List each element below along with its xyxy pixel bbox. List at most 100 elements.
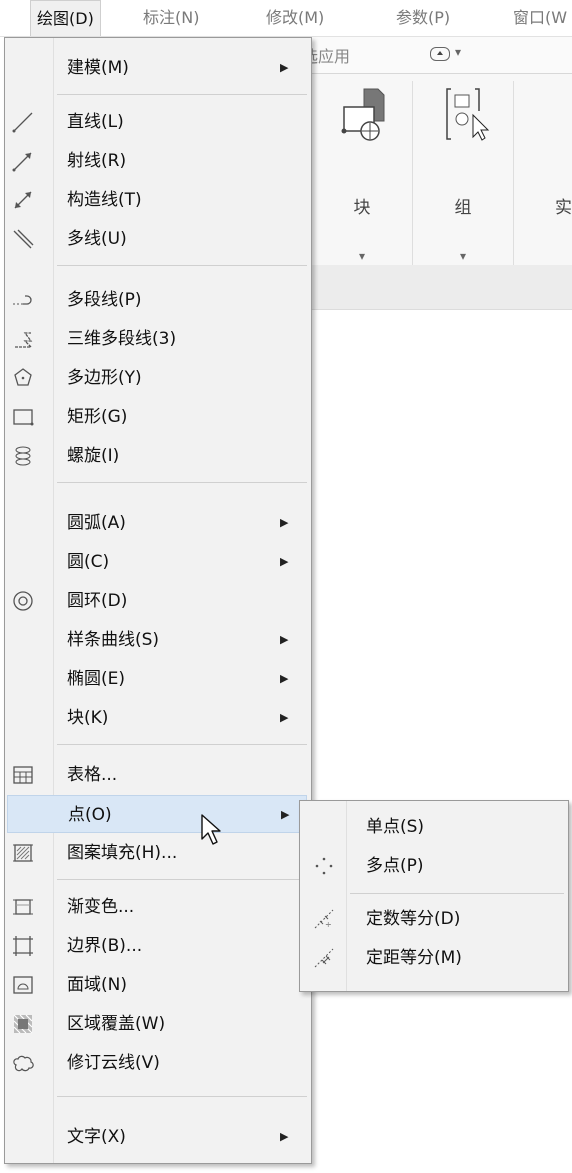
menu-item-helix[interactable]: 螺旋(I) — [5, 437, 311, 475]
gradient-icon — [9, 893, 37, 921]
menu-item-label: 多段线(P) — [67, 290, 142, 310]
menu-item-label: 圆弧(A) — [67, 513, 126, 533]
menu-item-label: 三维多段线(3) — [67, 329, 177, 349]
ribbon-panel-label: 块 — [353, 198, 371, 218]
menu-item-label: 点(O) — [68, 805, 112, 825]
submenu-arrow-icon: ▶ — [280, 672, 289, 685]
multiple-points-icon — [310, 852, 338, 880]
menu-item-label: 圆环(D) — [67, 591, 128, 611]
menu-item-text[interactable]: 文字(X) ▶ — [5, 1118, 311, 1156]
menu-item-label: 多线(U) — [67, 229, 127, 249]
donut-icon — [9, 587, 37, 615]
menu-item-label: 射线(R) — [67, 151, 127, 171]
point-submenu: 单点(S) 多点(P) ÷ 定数等分(D) 定距等分(M) — [299, 800, 569, 992]
menu-item-ellipse[interactable]: 椭圆(E) ▶ — [5, 660, 311, 698]
menu-separator — [57, 744, 307, 745]
menu-separator — [57, 94, 307, 95]
menu-item-point[interactable]: 点(O) ▶ — [7, 795, 307, 833]
menu-dimension[interactable]: 标注(N) — [143, 0, 199, 36]
ribbon-panel-block[interactable]: 块 ▾ — [312, 81, 413, 293]
region-icon — [9, 971, 37, 999]
menu-item-gradient[interactable]: 渐变色... — [5, 888, 311, 926]
menu-item-multiline[interactable]: 多线(U) — [5, 220, 311, 258]
menu-separator — [57, 265, 307, 266]
draw-menu: 建模(M) ▶ 直线(L) 射线(R) 构造线(T) 多线(U) 多段线(P) … — [4, 37, 312, 1164]
submenu-arrow-icon: ▶ — [280, 61, 289, 74]
menu-item-label: 螺旋(I) — [67, 446, 120, 466]
submenu-arrow-icon: ▶ — [280, 555, 289, 568]
submenu-arrow-icon: ▶ — [281, 808, 290, 821]
submenu-arrow-icon: ▶ — [280, 711, 289, 724]
menu-item-label: 文字(X) — [67, 1127, 126, 1147]
menu-item-spline[interactable]: 样条曲线(S) ▶ — [5, 621, 311, 659]
construction-line-icon — [9, 186, 37, 214]
menu-item-boundary[interactable]: 边界(B)... — [5, 927, 311, 965]
ribbon-minimize-icon[interactable] — [430, 47, 450, 61]
menu-item-polyline[interactable]: 多段线(P) — [5, 281, 311, 319]
menu-parameters[interactable]: 参数(P) — [396, 0, 450, 36]
chevron-down-icon[interactable]: ▾ — [455, 45, 461, 59]
ribbon-panel-group[interactable]: 组 ▾ — [413, 81, 514, 293]
wipeout-icon — [9, 1010, 37, 1038]
menu-modify[interactable]: 修改(M) — [266, 0, 324, 36]
menu-item-multiple-points[interactable]: 多点(P) — [300, 847, 568, 885]
menu-item-line[interactable]: 直线(L) — [5, 103, 311, 141]
menu-item-label: 单点(S) — [366, 817, 425, 837]
menu-bar: 绘图(D) 标注(N) 修改(M) 参数(P) 窗口(W — [0, 0, 572, 37]
menu-item-arc[interactable]: 圆弧(A) ▶ — [5, 504, 311, 542]
menu-item-3d-polyline[interactable]: 三维多段线(3) — [5, 320, 311, 358]
menu-item-label: 面域(N) — [67, 975, 127, 995]
menu-item-ray[interactable]: 射线(R) — [5, 142, 311, 180]
menu-item-polygon[interactable]: 多边形(Y) — [5, 359, 311, 397]
menu-item-label: 修订云线(V) — [67, 1053, 160, 1073]
menu-item-label: 多点(P) — [366, 856, 424, 876]
svg-text:÷: ÷ — [325, 920, 332, 929]
menu-item-label: 区域覆盖(W) — [67, 1014, 166, 1034]
ribbon-panel-title-strip — [300, 265, 572, 309]
ribbon-panel-label: 组 — [454, 198, 472, 218]
ribbon: 选应用 ▾ 块 ▾ 组 ▾ 实 — [300, 37, 572, 310]
ribbon-panel-utility[interactable]: 实 — [514, 81, 572, 293]
submenu-arrow-icon: ▶ — [280, 1130, 289, 1143]
table-icon — [9, 761, 37, 789]
chevron-down-icon[interactable]: ▾ — [312, 249, 412, 263]
menu-item-wipeout[interactable]: 区域覆盖(W) — [5, 1005, 311, 1043]
menu-item-region[interactable]: 面域(N) — [5, 966, 311, 1004]
menu-separator — [57, 879, 307, 880]
ribbon-panel-label: 实 — [555, 198, 572, 218]
menu-draw[interactable]: 绘图(D) — [30, 0, 101, 36]
menu-item-label: 建模(M) — [67, 58, 129, 78]
menu-window[interactable]: 窗口(W — [513, 0, 567, 36]
menu-item-single-point[interactable]: 单点(S) — [300, 808, 568, 846]
multiline-icon — [9, 225, 37, 253]
mouse-cursor-icon — [201, 814, 221, 845]
menu-item-label: 块(K) — [67, 708, 109, 728]
menu-item-modeling[interactable]: 建模(M) ▶ — [5, 49, 311, 87]
menu-item-measure[interactable]: 定距等分(M) — [300, 939, 568, 977]
menu-item-revcloud[interactable]: 修订云线(V) — [5, 1044, 311, 1082]
submenu-arrow-icon: ▶ — [280, 516, 289, 529]
group-icon — [446, 88, 490, 141]
menu-item-construction-line[interactable]: 构造线(T) — [5, 181, 311, 219]
divide-icon: ÷ — [310, 905, 338, 933]
menu-item-divide[interactable]: ÷ 定数等分(D) — [300, 900, 568, 938]
menu-item-label: 定数等分(D) — [366, 909, 461, 929]
line-icon — [9, 108, 37, 136]
menu-separator — [350, 893, 564, 894]
menu-item-label: 图案填充(H)... — [67, 843, 178, 863]
rectangle-icon — [9, 403, 37, 431]
boundary-icon — [9, 932, 37, 960]
menu-item-circle[interactable]: 圆(C) ▶ — [5, 543, 311, 581]
menu-item-label: 渐变色... — [67, 897, 135, 917]
menu-item-donut[interactable]: 圆环(D) — [5, 582, 311, 620]
menu-separator — [57, 1096, 307, 1097]
menu-item-table[interactable]: 表格... — [5, 756, 311, 794]
menu-item-hatch[interactable]: 图案填充(H)... — [5, 834, 311, 872]
chevron-down-icon[interactable]: ▾ — [413, 249, 513, 263]
polyline-icon — [9, 286, 37, 314]
menu-item-block[interactable]: 块(K) ▶ — [5, 699, 311, 737]
menu-item-label: 多边形(Y) — [67, 368, 142, 388]
menu-item-label: 椭圆(E) — [67, 669, 126, 689]
menu-item-rectangle[interactable]: 矩形(G) — [5, 398, 311, 436]
revcloud-icon — [9, 1049, 37, 1077]
